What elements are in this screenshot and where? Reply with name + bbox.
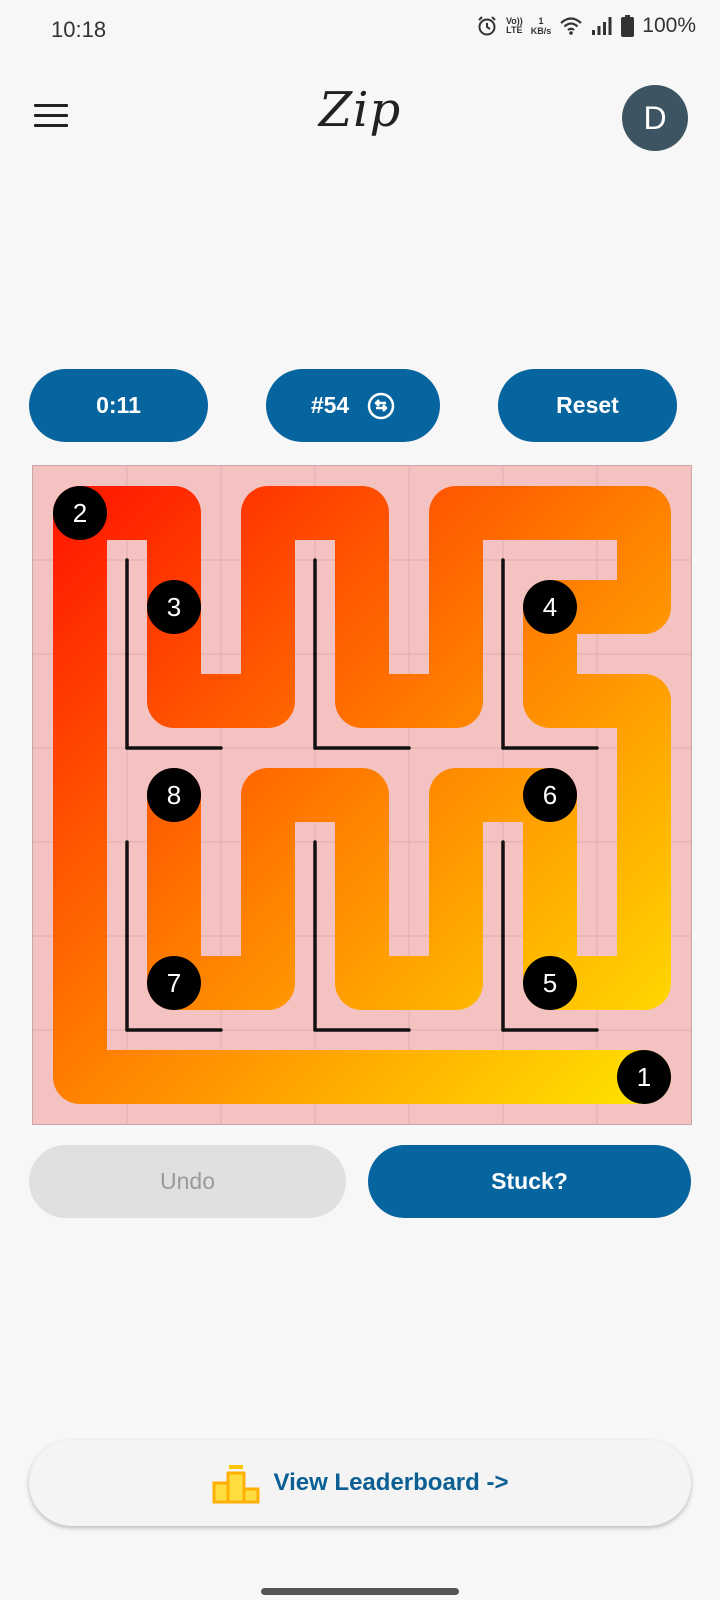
checkpoint-8: 8: [147, 768, 201, 822]
checkpoint-5: 5: [523, 956, 577, 1010]
checkpoint-label: 1: [637, 1062, 651, 1092]
puzzle-number-button[interactable]: #54: [266, 369, 440, 442]
timer-label: 0:11: [96, 392, 141, 418]
alarm-icon: [478, 16, 496, 36]
reset-button[interactable]: Reset: [498, 369, 677, 442]
podium-icon: [212, 1465, 259, 1504]
share-swap-icon: [367, 392, 395, 419]
checkpoint-label: 3: [167, 592, 181, 622]
leaderboard-label: View Leaderboard ->: [273, 1469, 509, 1496]
checkpoint-label: 7: [167, 968, 181, 998]
checkpoint-2: 2: [53, 486, 107, 540]
battery-icon: [621, 15, 635, 37]
timer-button[interactable]: 0:11: [29, 369, 208, 442]
checkpoint-7: 7: [147, 956, 201, 1010]
volte-lte-indicator: Vo)) LTE: [505, 16, 523, 35]
checkpoint-label: 4: [543, 592, 557, 622]
undo-button[interactable]: Undo: [29, 1145, 346, 1218]
checkpoint-3: 3: [147, 580, 201, 634]
undo-label: Undo: [160, 1168, 215, 1194]
signal-icon: [592, 17, 612, 35]
puzzle-grid[interactable]: 1 2 3 4 5 6 7 8: [33, 466, 691, 1124]
stuck-label: Stuck?: [491, 1168, 568, 1194]
reset-label: Reset: [556, 392, 619, 418]
status-time: 10:18: [51, 17, 107, 42]
status-icons: Vo)) LTE 1 KB/s 100%: [476, 14, 696, 38]
battery-percent: 100%: [642, 14, 696, 37]
checkpoint-label: 5: [543, 968, 557, 998]
app-logo: Zip: [318, 82, 402, 138]
status-bar: 10:18 Vo)) LTE 1 KB/s 100%: [0, 0, 720, 60]
view-leaderboard-button[interactable]: View Leaderboard ->: [29, 1440, 691, 1526]
app-header: Zip D: [0, 80, 720, 160]
checkpoint-4: 4: [523, 580, 577, 634]
wifi-icon: [560, 17, 583, 35]
puzzle-number-label: #54: [310, 392, 350, 418]
home-indicator[interactable]: [261, 1588, 459, 1595]
checkpoint-label: 2: [73, 498, 87, 528]
checkpoint-6: 6: [523, 768, 577, 822]
network-speed: 1 KB/s: [530, 16, 552, 36]
puzzle-board[interactable]: 1 2 3 4 5 6 7 8: [32, 465, 692, 1125]
checkpoint-label: 8: [167, 780, 181, 810]
checkpoint-label: 6: [543, 780, 557, 810]
checkpoint-1: 1: [617, 1050, 671, 1104]
avatar[interactable]: D: [622, 85, 688, 151]
stuck-button[interactable]: Stuck?: [368, 1145, 691, 1218]
